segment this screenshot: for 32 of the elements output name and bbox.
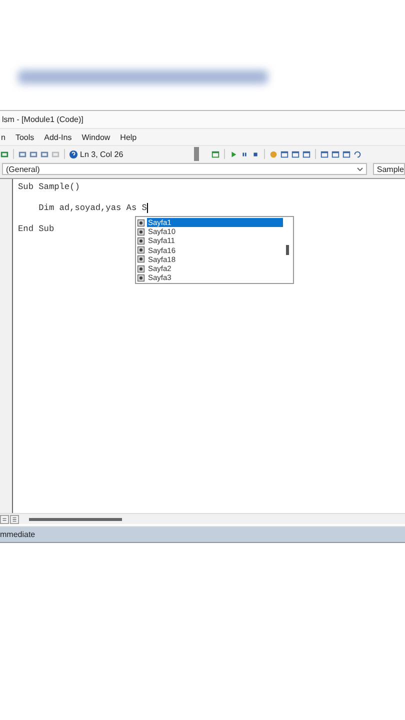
code-line: Sub Sample(): [18, 182, 80, 192]
object-dropdown[interactable]: (General): [2, 163, 367, 175]
menu-item[interactable]: n: [0, 132, 6, 142]
panel-title: mmediate: [0, 530, 36, 539]
menu-item[interactable]: Add-Ins: [43, 132, 73, 142]
procedure-dropdown[interactable]: Sample: [372, 163, 405, 175]
text-cursor: [146, 203, 148, 213]
cursor-position: Ln 3, Col 26: [80, 150, 124, 158]
scroll-thumb[interactable]: [29, 518, 122, 520]
code-line: Dim ad,soyad,yas As S: [38, 203, 147, 213]
chevron-down-icon[interactable]: [356, 165, 364, 173]
pause-icon[interactable]: [240, 150, 249, 158]
toolbar-icon[interactable]: [331, 150, 340, 158]
toolbar-icon[interactable]: [342, 150, 351, 158]
undo-icon[interactable]: [353, 150, 362, 158]
help-icon[interactable]: [69, 150, 78, 158]
toolbar-grip[interactable]: [194, 147, 199, 161]
menu-item[interactable]: Window: [80, 132, 112, 142]
toolbar-icon[interactable]: [291, 150, 300, 158]
window-title: lsm - [Module1 (Code)]: [2, 115, 84, 124]
run-icon[interactable]: [229, 150, 238, 158]
stop-icon[interactable]: [251, 150, 260, 158]
procedure-view-icon[interactable]: [0, 514, 9, 524]
code-line: End Sub: [18, 224, 54, 234]
toolbar-icon[interactable]: [320, 150, 329, 158]
module-view-icon[interactable]: [10, 514, 19, 524]
toolbar-icon[interactable]: [280, 150, 289, 158]
toolbar-icon[interactable]: [211, 150, 220, 158]
toolbar-icon[interactable]: [302, 150, 311, 158]
scroll-thumb[interactable]: [286, 245, 289, 255]
menu-item[interactable]: Help: [119, 132, 138, 142]
menu-item[interactable]: Tools: [14, 132, 36, 142]
